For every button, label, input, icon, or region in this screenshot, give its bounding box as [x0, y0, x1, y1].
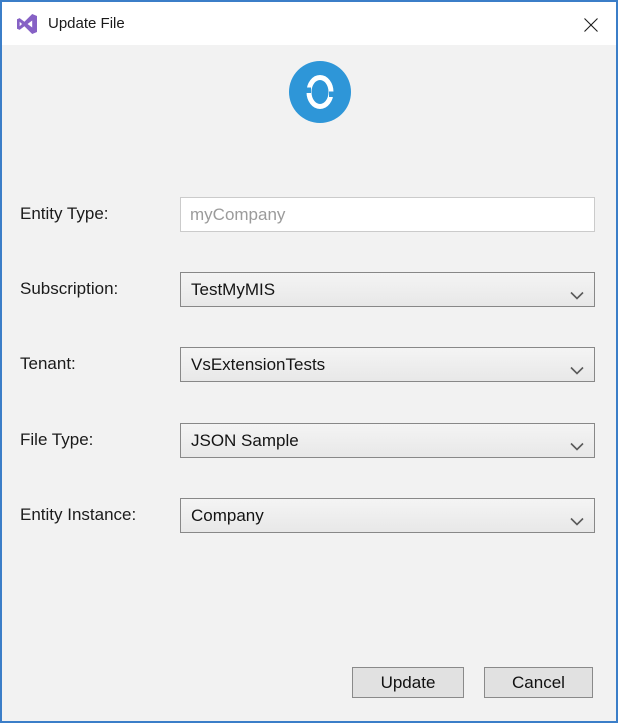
entity-type-label: Entity Type: [20, 204, 109, 223]
entity-instance-dropdown[interactable]: Company [180, 498, 595, 533]
subscription-value: TestMyMIS [191, 279, 276, 299]
entity-instance-label: Entity Instance: [20, 505, 137, 524]
file-type-dropdown[interactable]: JSON Sample [180, 423, 595, 458]
chevron-down-icon [570, 360, 584, 375]
file-type-label: File Type: [20, 430, 94, 449]
cancel-button[interactable]: Cancel [484, 667, 593, 698]
chevron-down-icon [570, 285, 584, 300]
titlebar: Update File [2, 2, 616, 45]
entity-type-input[interactable] [180, 197, 595, 232]
tenant-label: Tenant: [20, 354, 76, 373]
loading-circle-icon [289, 61, 351, 123]
close-icon[interactable] [580, 14, 602, 36]
entity-instance-value: Company [191, 505, 264, 525]
tenant-value: VsExtensionTests [191, 354, 326, 374]
subscription-dropdown[interactable]: TestMyMIS [180, 272, 595, 307]
chevron-down-icon [570, 511, 584, 526]
file-type-value: JSON Sample [191, 430, 299, 450]
visual-studio-icon [15, 12, 39, 36]
chevron-down-icon [570, 436, 584, 451]
update-file-dialog: Update File Entity Type: Subscription: T… [0, 0, 618, 723]
subscription-label: Subscription: [20, 279, 119, 298]
window-title: Update File [48, 15, 125, 32]
update-button[interactable]: Update [352, 667, 464, 698]
tenant-dropdown[interactable]: VsExtensionTests [180, 347, 595, 382]
